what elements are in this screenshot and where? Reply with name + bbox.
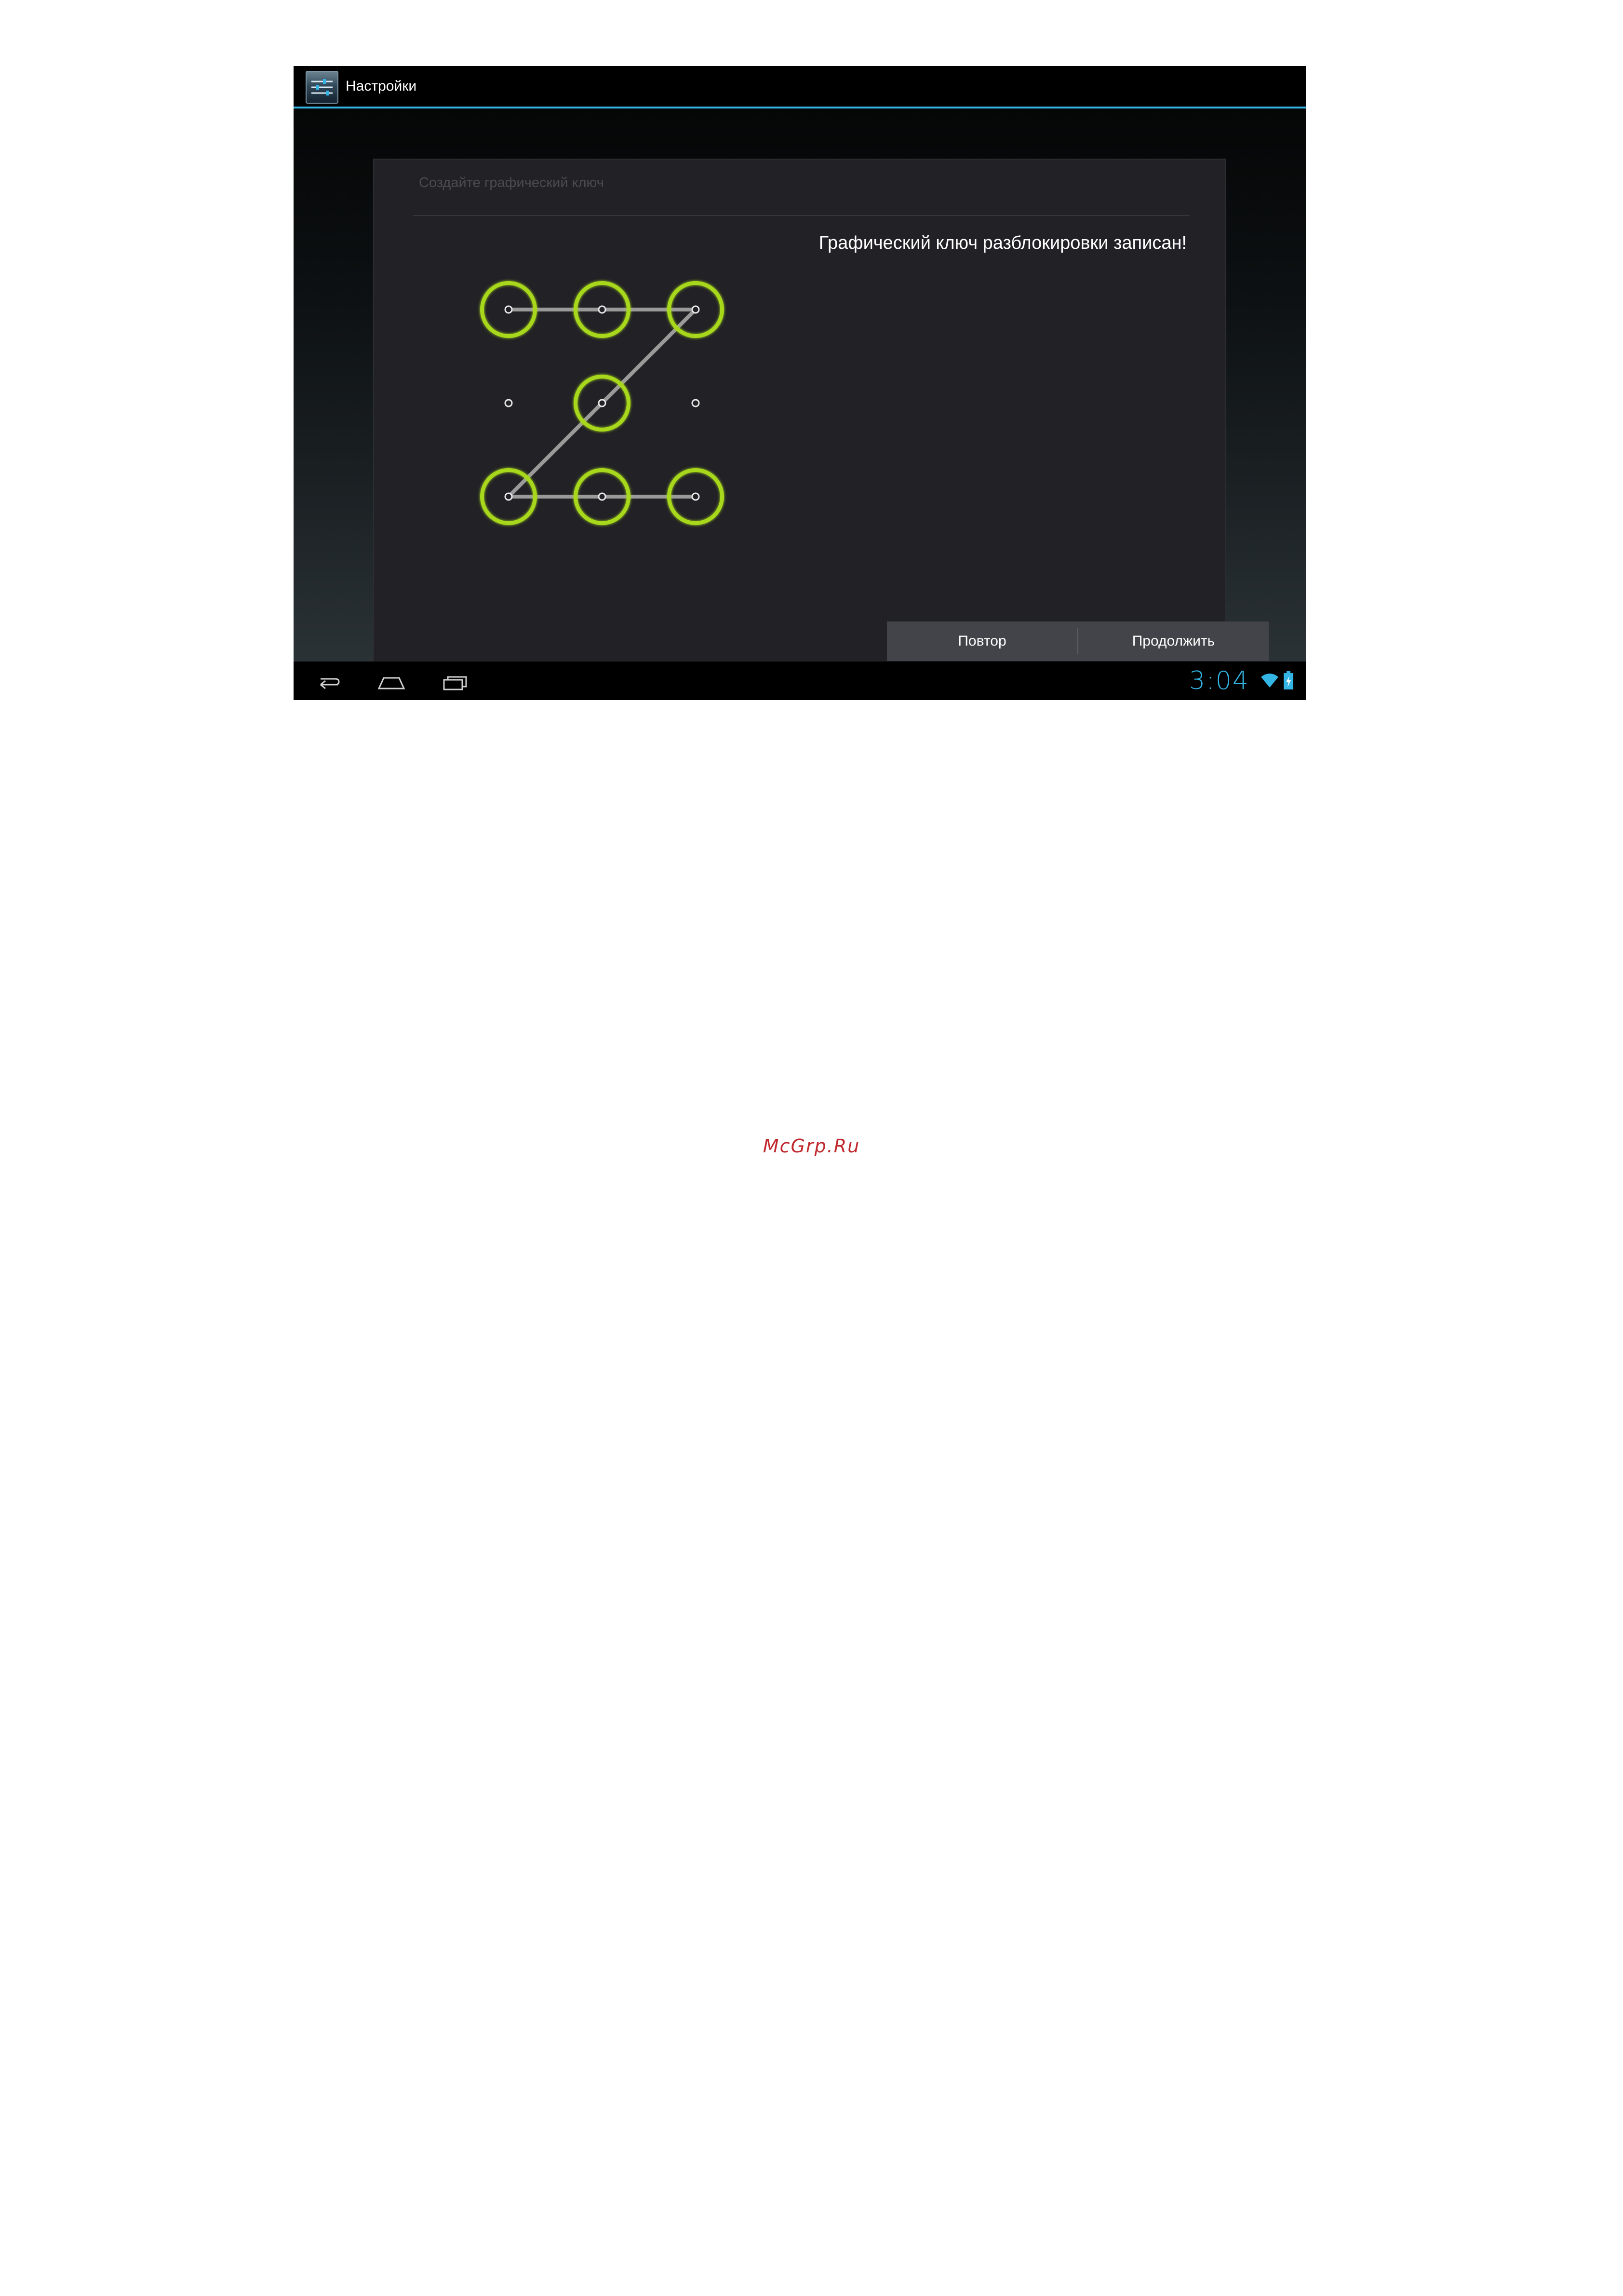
status-message: Графический ключ разблокировки записан! — [818, 233, 1187, 253]
settings-sliders-icon[interactable] — [306, 71, 338, 104]
pattern-line-segment — [507, 401, 604, 499]
pattern-line-segment — [600, 308, 697, 405]
pattern-dot-center — [504, 305, 513, 314]
back-icon[interactable] — [308, 666, 347, 695]
pattern-dot-center — [504, 399, 513, 407]
panel-header: Создайте графический ключ — [419, 175, 604, 190]
navigation-bar: 3:04 — [294, 662, 1306, 700]
retry-button[interactable]: Повтор — [887, 621, 1077, 661]
pattern-dot-center — [504, 492, 513, 501]
pattern-dot-center — [598, 492, 606, 501]
app-title: Настройки — [346, 78, 417, 94]
continue-button[interactable]: Продолжить — [1078, 621, 1269, 661]
wifi-icon — [1261, 674, 1278, 688]
pattern-dot-6[interactable] — [691, 399, 700, 407]
panel-divider — [413, 215, 1190, 216]
pattern-dot-center — [691, 399, 700, 407]
home-icon[interactable] — [372, 666, 411, 695]
recent-apps-icon[interactable] — [436, 666, 475, 695]
device-screen: Настройки Создайте графический ключ Граф… — [294, 66, 1306, 700]
page: Настройки Создайте графический ключ Граф… — [0, 0, 1623, 2296]
pattern-dot-center — [598, 305, 606, 314]
action-bar: Настройки — [294, 66, 1306, 108]
pattern-dot-center — [598, 399, 606, 407]
pattern-dot-5[interactable] — [574, 375, 630, 432]
status-clock: 3:04 — [1189, 666, 1249, 695]
battery-charging-icon — [1284, 671, 1293, 689]
button-bar: Повтор Продолжить — [887, 621, 1269, 661]
pattern-setup-panel: Создайте графический ключ Графический кл… — [374, 160, 1269, 700]
pattern-dot-4[interactable] — [504, 399, 513, 407]
watermark: McGrp.Ru — [763, 1135, 860, 1157]
pattern-dot-center — [691, 305, 700, 314]
content-background: Создайте графический ключ Графический кл… — [294, 108, 1306, 700]
pattern-dot-center — [691, 492, 700, 501]
unlock-pattern-grid[interactable] — [474, 275, 730, 531]
